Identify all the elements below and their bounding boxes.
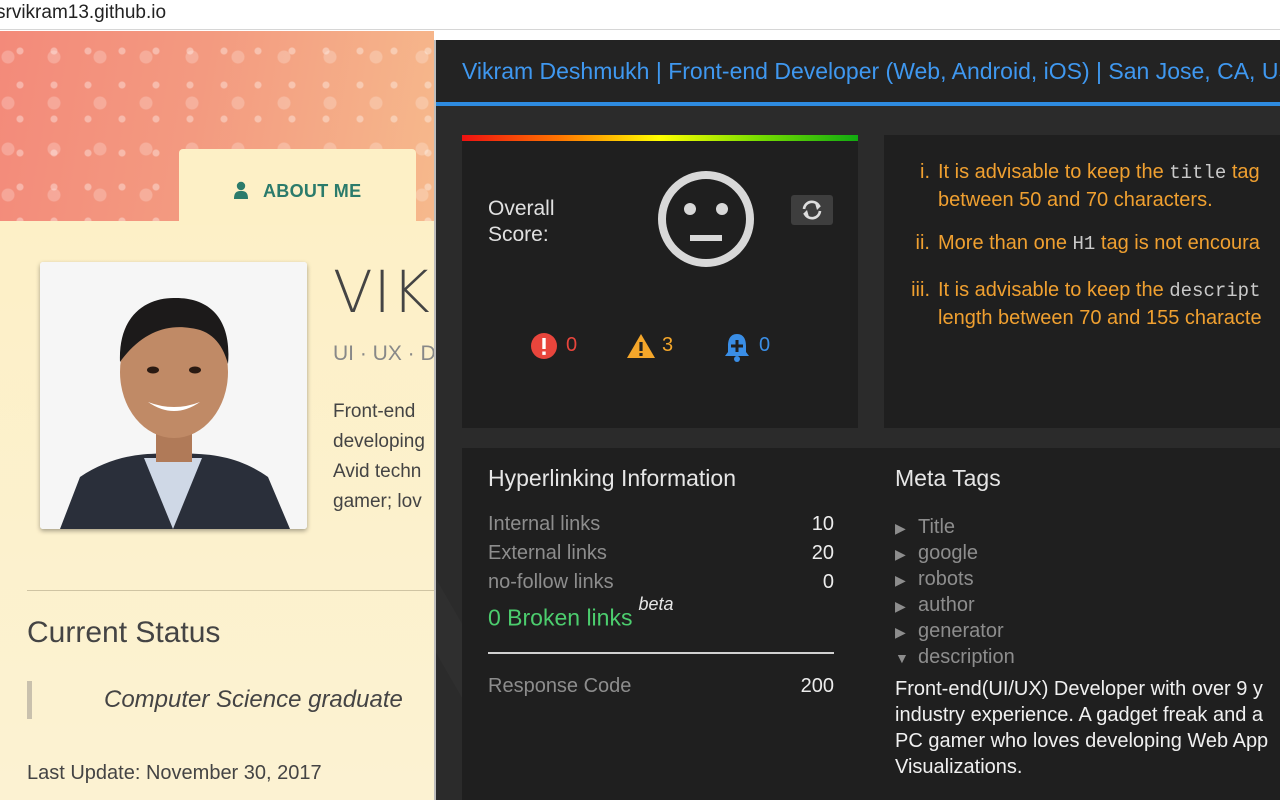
meta-description-text: Front-end(UI/UX) Developer with over 9 y… bbox=[895, 678, 1269, 778]
tab-about-me[interactable]: ABOUT ME bbox=[179, 149, 416, 225]
status-quote: Computer Science graduate bbox=[104, 686, 403, 713]
warning-count: 3 bbox=[626, 332, 696, 362]
response-code-row: Response Code 200 bbox=[488, 675, 834, 697]
meta-item-title[interactable]: ▶ Title bbox=[895, 516, 1015, 542]
meta-item-author[interactable]: ▶ author bbox=[895, 594, 1015, 620]
issue-item: iii. It is advisable to keep the descrip… bbox=[911, 279, 1262, 329]
meta-item-description[interactable]: ▼ description bbox=[895, 646, 1015, 672]
error-count: 0 bbox=[530, 332, 600, 362]
triangle-right-icon: ▶ bbox=[895, 598, 906, 614]
neutral-face-icon bbox=[658, 171, 754, 267]
meta-item-generator[interactable]: ▶ generator bbox=[895, 620, 1015, 646]
seo-panel: Vikram Deshmukh | Front-end Developer (W… bbox=[434, 40, 1280, 800]
error-icon bbox=[531, 333, 557, 359]
overall-score-label: Overall Score: bbox=[488, 197, 555, 246]
url-text[interactable]: srvikram13.github.io bbox=[0, 2, 166, 24]
score-gradient-bar bbox=[462, 135, 858, 141]
quote-bar bbox=[27, 681, 32, 719]
issue-item: i. It is advisable to keep the title tag… bbox=[920, 161, 1260, 211]
meta-tags-list: ▶ Title ▶ google ▶ robots ▶ author ▶ generato… bbox=[895, 516, 1015, 672]
last-update-text: Last Update: November 30, 2017 bbox=[27, 762, 322, 784]
notice-count: 0 bbox=[723, 332, 793, 362]
bell-plus-icon bbox=[725, 334, 749, 362]
user-icon bbox=[234, 181, 248, 199]
triangle-down-icon: ▼ bbox=[895, 650, 909, 666]
tab-about-me-label: ABOUT ME bbox=[263, 181, 362, 201]
warning-icon bbox=[627, 334, 655, 358]
page-title-text: Vikram Deshmukh | Front-end Developer (W… bbox=[462, 58, 1280, 84]
internal-links-row: Internal links 10 bbox=[488, 513, 834, 535]
broken-links-link[interactable]: 0 Broken linksbeta bbox=[488, 594, 674, 632]
panel-title-bar: Vikram Deshmukh | Front-end Developer (W… bbox=[436, 40, 1280, 106]
meta-item-robots[interactable]: ▶ robots bbox=[895, 568, 1015, 594]
meta-tags-heading: Meta Tags bbox=[895, 465, 1001, 491]
triangle-right-icon: ▶ bbox=[895, 546, 906, 562]
refresh-icon bbox=[802, 200, 822, 220]
issues-card: i. It is advisable to keep the title tag… bbox=[884, 135, 1280, 428]
external-links-row: External links 20 bbox=[488, 542, 834, 564]
triangle-right-icon: ▶ bbox=[895, 624, 906, 640]
info-card: Hyperlinking Information Internal links … bbox=[462, 448, 1280, 800]
meta-item-google[interactable]: ▶ google bbox=[895, 542, 1015, 568]
triangle-right-icon: ▶ bbox=[895, 520, 906, 536]
beta-label: beta bbox=[638, 594, 674, 614]
current-status-heading: Current Status bbox=[27, 616, 221, 649]
site-tagline: UI · UX · D bbox=[333, 342, 434, 365]
address-bar[interactable]: srvikram13.github.io bbox=[0, 0, 1280, 30]
hyperlinking-heading: Hyperlinking Information bbox=[488, 465, 737, 491]
site-bio: Front-end developing Avid techn gamer; l… bbox=[333, 401, 425, 512]
issue-item: ii. More than one H1 tag is not encoura bbox=[915, 232, 1260, 255]
background-website: ABOUT ME VIKR UI · UX · D Front-end deve… bbox=[0, 31, 434, 800]
score-card: Overall Score: 0 3 0 bbox=[462, 135, 858, 428]
triangle-right-icon: ▶ bbox=[895, 572, 906, 588]
issue-counts: 0 3 0 bbox=[530, 332, 830, 362]
section-divider bbox=[27, 590, 434, 591]
site-name-heading: VIKR bbox=[333, 258, 434, 326]
refresh-button[interactable] bbox=[791, 195, 833, 225]
profile-photo bbox=[40, 262, 307, 529]
section-divider bbox=[488, 652, 834, 654]
